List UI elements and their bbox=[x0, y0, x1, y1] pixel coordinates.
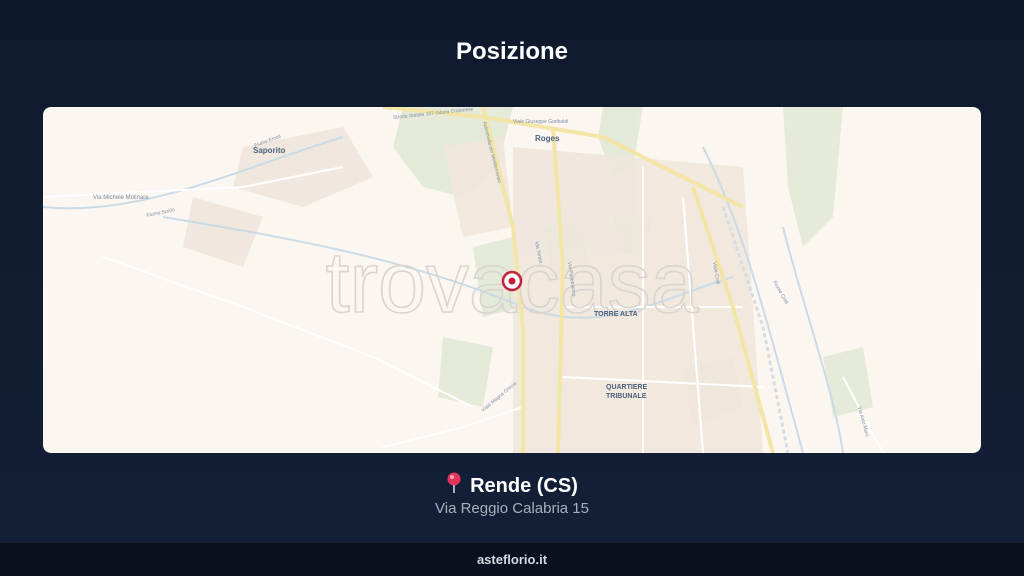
map-canvas: trovacasa Saporito Roges TORRE ALTA QUAR… bbox=[43, 107, 884, 453]
location-city: Rende (CS) bbox=[470, 475, 578, 497]
map-label-fiume-surdo: Fiume Surdo bbox=[146, 207, 175, 219]
map-label-aldo-moro: Via Aldo Moro bbox=[856, 406, 870, 438]
footer-bar: asteflorio.it bbox=[0, 543, 1024, 576]
map-label-roges: Roges bbox=[535, 134, 560, 143]
footer-site-link[interactable]: asteflorio.it bbox=[477, 552, 547, 567]
map-label-torre-alta: TORRE ALTA bbox=[594, 311, 638, 318]
pushpin-icon bbox=[446, 472, 462, 500]
map-label-via-molinare: Via Michele Molinare bbox=[93, 195, 149, 201]
map-label-tribunale: TRIBUNALE bbox=[606, 393, 647, 400]
map-label-garibaldi: Viale Giuseppe Garibaldi bbox=[513, 119, 568, 125]
location-marker-icon[interactable] bbox=[501, 270, 523, 292]
map-view[interactable]: trovacasa Saporito Roges TORRE ALTA QUAR… bbox=[43, 107, 981, 453]
location-address: Via Reggio Calabria 15 bbox=[435, 500, 589, 517]
map-label-fiume-crati: Fiume Crati bbox=[771, 280, 789, 305]
location-heading: Rende (CS) bbox=[0, 472, 1024, 500]
page-title: Posizione bbox=[455, 38, 569, 65]
map-label-quartiere: QUARTIERE bbox=[606, 384, 648, 391]
